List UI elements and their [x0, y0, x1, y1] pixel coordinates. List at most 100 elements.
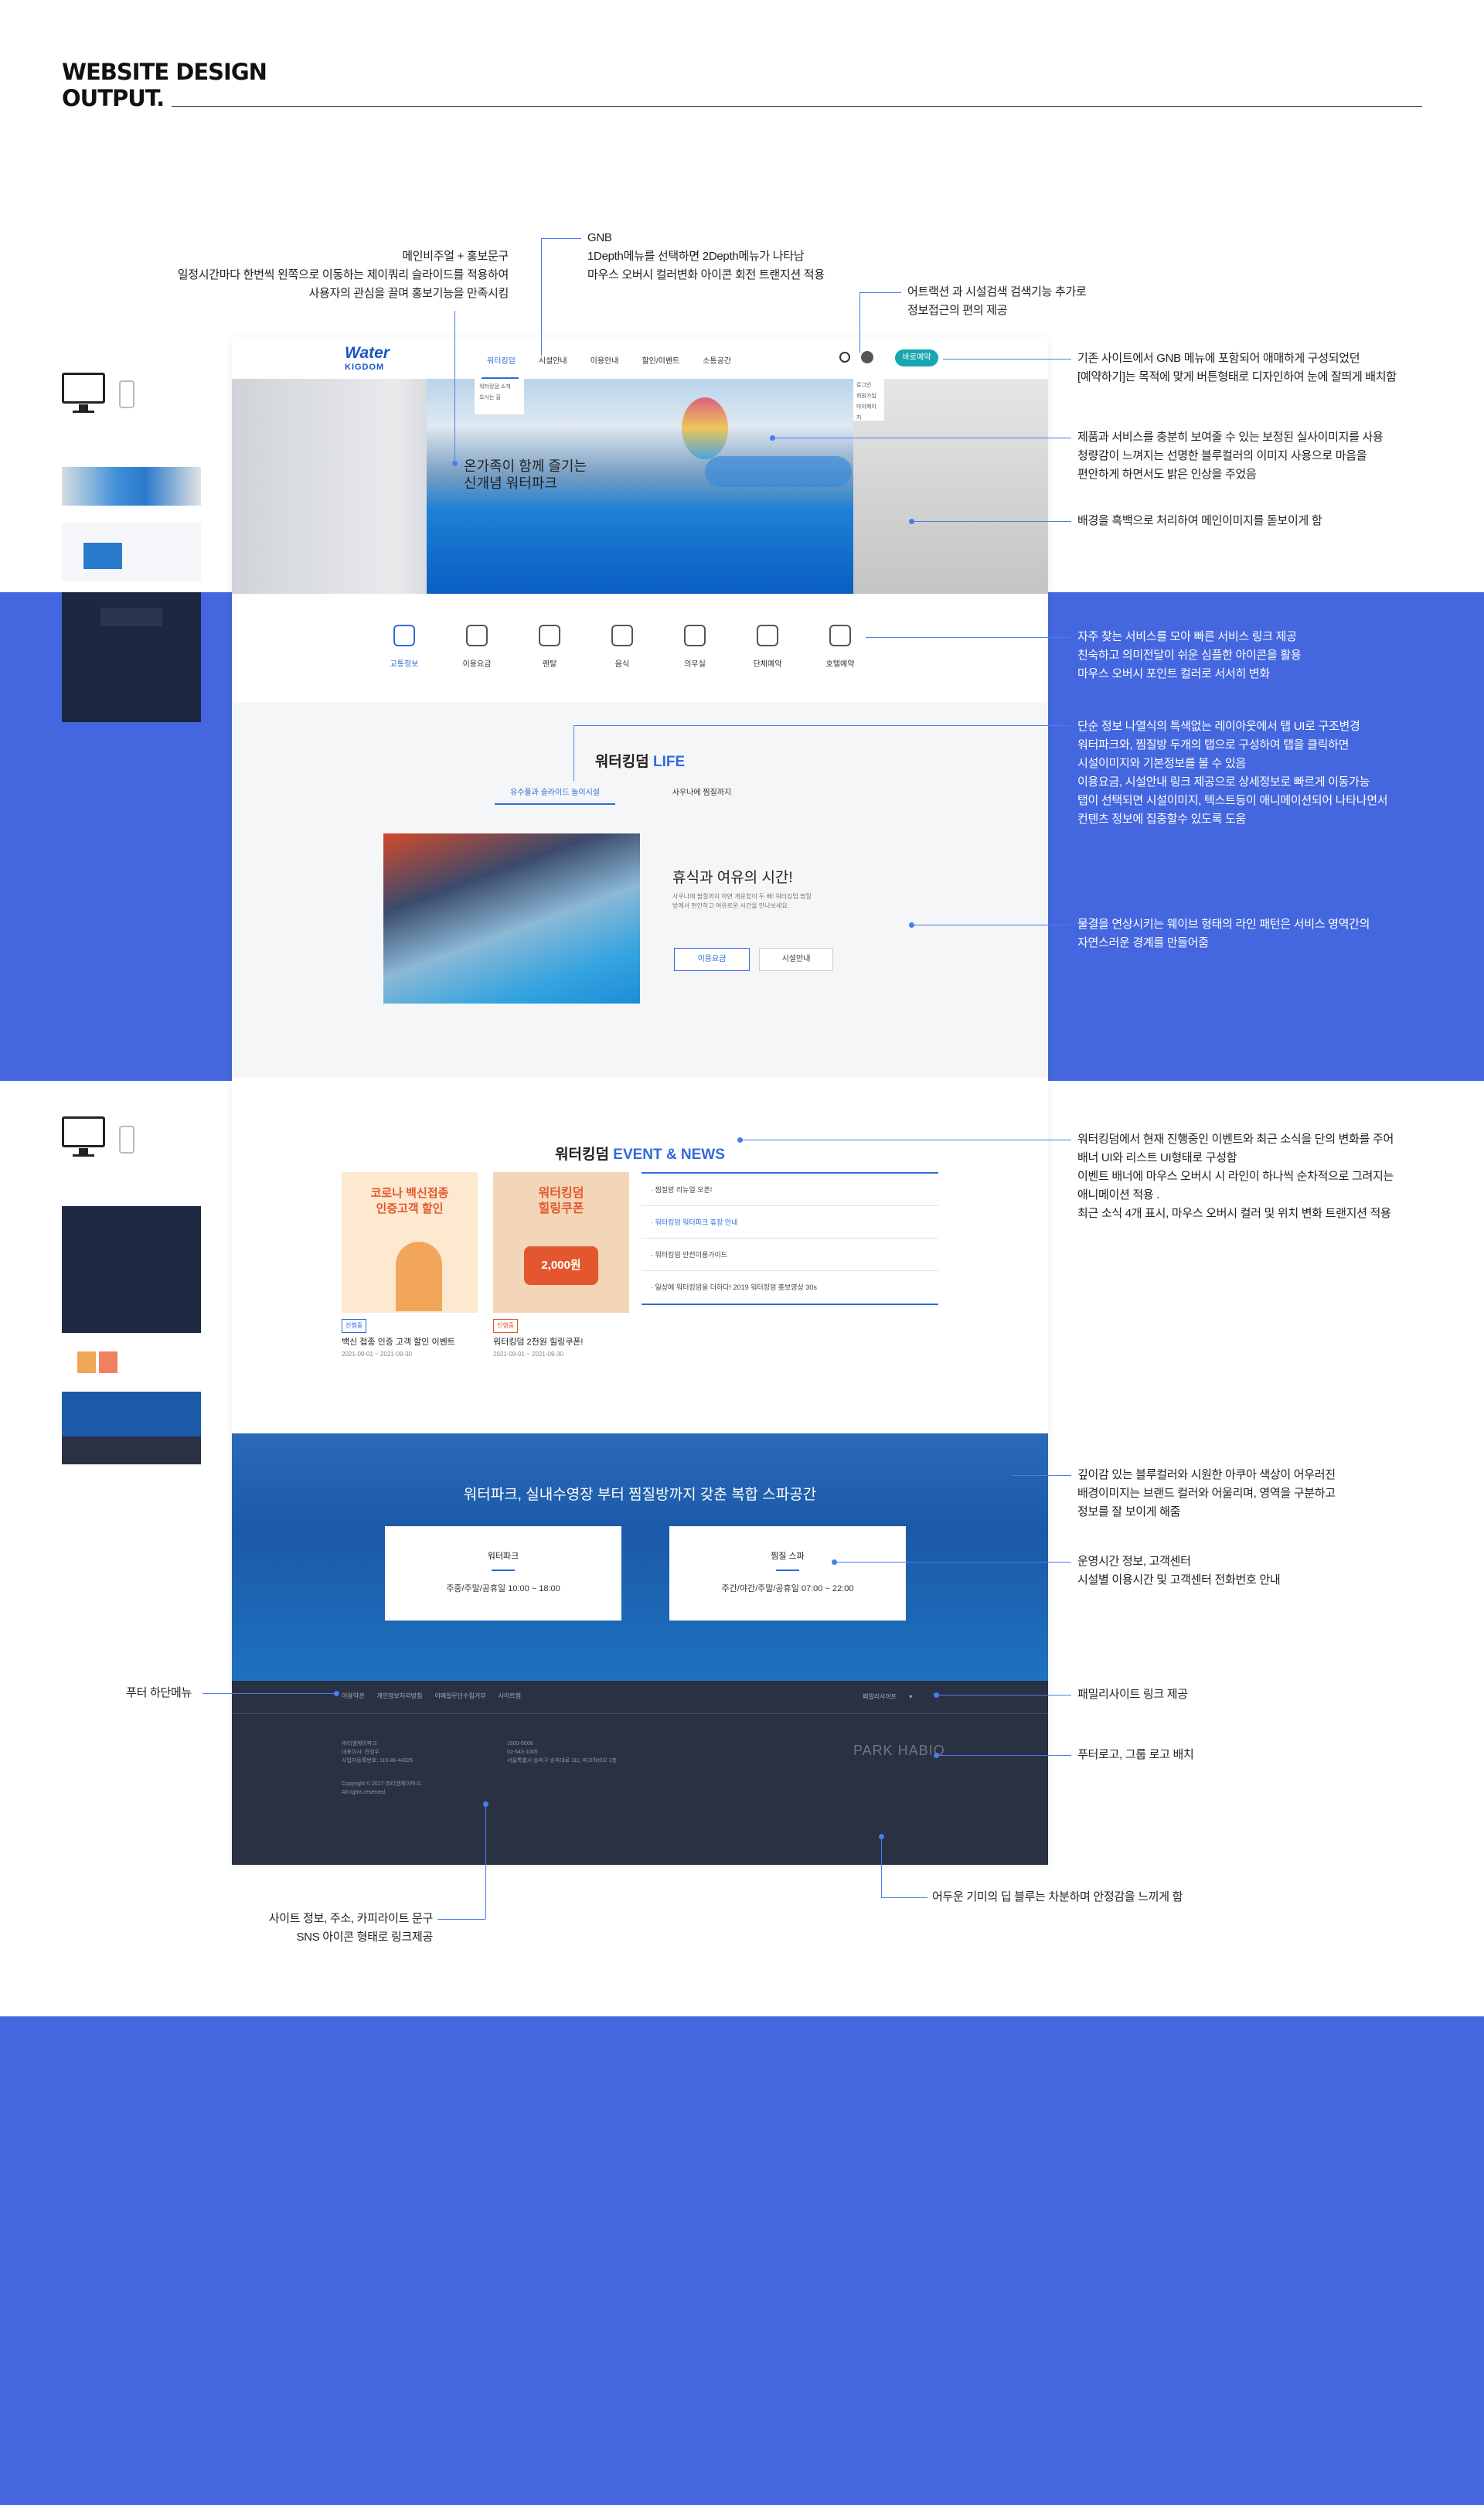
contact-info-line: 02-543-1005	[507, 1750, 538, 1755]
quick-traffic[interactable]: 교통정보	[377, 625, 431, 669]
quick-clinic[interactable]: 의무실	[668, 625, 722, 669]
nav-item-community[interactable]: 소통공간	[703, 354, 731, 366]
event-card-title[interactable]: 백신 접종 인증 고객 할인 이벤트	[342, 1338, 455, 1347]
life-section: 워터킹덤 LIFE 유수풀과 슬라이드 놀이시설 사우나에 찜질까지 휴식과 여…	[232, 702, 1048, 1078]
pointer-gnb-h	[541, 238, 581, 239]
coupon-banner-text: 워터킹덤 힐링쿠폰	[493, 1186, 629, 1217]
desktop-icon	[62, 373, 105, 413]
note-line: GNB	[587, 231, 612, 244]
news-item[interactable]: · 찜질방 리뉴얼 오픈!	[642, 1174, 938, 1206]
site-logo[interactable]: Water KIGDOM	[345, 344, 390, 374]
coupon-banner-line2: 힐링쿠폰	[538, 1202, 584, 1215]
family-site-label: 패밀리사이트	[863, 1693, 897, 1700]
note-line: 어두운 기미의 딥 블루는 차분하며 안정감을 느끼게 함	[932, 1890, 1183, 1903]
nav-item-events[interactable]: 할인/이벤트	[642, 354, 679, 366]
pointer-dot	[832, 1559, 837, 1565]
pointer-dot	[737, 1137, 743, 1143]
dropdown-item-directions[interactable]: 오시는 길	[479, 393, 519, 404]
search-icon[interactable]	[839, 352, 850, 363]
note-life: 단순 정보 나열식의 특색없는 레이아웃에서 탭 UI로 구조변경 워터파크와,…	[1077, 717, 1388, 829]
status-badge: 진행중	[342, 1319, 367, 1333]
book-button[interactable]: 바로예약	[895, 349, 938, 366]
event-card-coupon[interactable]: 워터킹덤 힐링쿠폰 2,000원	[493, 1172, 629, 1313]
event-card-date: 2021-09-01 ~ 2021-09-30	[342, 1351, 412, 1358]
character-illustration	[396, 1242, 442, 1311]
footer-link-sitemap[interactable]: 사이트맵	[499, 1692, 521, 1700]
price-button[interactable]: 이용요금	[674, 948, 750, 971]
logo-line1: Water	[345, 344, 390, 362]
pointer-hours	[835, 1562, 1071, 1563]
footer-link-privacy[interactable]: 개인정보처리방침	[376, 1692, 422, 1700]
desktop-icon-2	[62, 1116, 105, 1157]
event-card-date: 2021-09-01 ~ 2021-09-30	[493, 1351, 563, 1358]
nav-item-usage[interactable]: 이용안내	[591, 354, 619, 366]
quick-label: 호텔예약	[825, 660, 855, 669]
footer-logo[interactable]: PARK HABIO	[853, 1743, 945, 1759]
news-item[interactable]: · 워터킹덤 워터파크 휴장 안내	[642, 1206, 938, 1239]
event-caption-2: 진행중 워터킹덤 2천원 힐링쿠폰! 2021-09-01 ~ 2021-09-…	[493, 1319, 640, 1361]
dropdown-item-intro[interactable]: 워터킹덤 소개	[479, 382, 519, 393]
note-main-visual: 메인비주얼 + 홍보문구 일정시간마다 한번씩 왼쪽으로 이동하는 제이쿼리 슬…	[178, 247, 509, 303]
news-item[interactable]: · 워터킹덤 안전이용가이드	[642, 1239, 938, 1271]
hours-card-title: 워터파크	[487, 1552, 519, 1561]
note-gnb: GNB 1Depth메뉴를 선택하면 2Depth메뉴가 나타남 마우스 오버시…	[587, 229, 825, 285]
group-icon	[757, 625, 778, 646]
nav-item-waterkingdom[interactable]: 워터킹덤	[487, 354, 516, 366]
event-card-title[interactable]: 워터킹덤 2천원 힐링쿠폰!	[493, 1338, 584, 1347]
user-icon[interactable]	[861, 351, 873, 363]
user-menu-mypage[interactable]: 마이페이지	[856, 402, 881, 424]
note-line: 시설별 이용시간 및 고객센터 전화번호 안내	[1077, 1573, 1281, 1586]
note-wave: 물결을 연상시키는 웨이브 형태의 라인 패턴은 서비스 영역간의 자연스러운 …	[1077, 915, 1370, 953]
pointer-dark-tone-h	[881, 1897, 928, 1898]
footer-link-email[interactable]: 이메일무단수집거부	[434, 1692, 485, 1700]
company-info-line: ㈜티엠제이파크	[342, 1741, 377, 1747]
pointer-life-h	[574, 725, 1071, 726]
quick-group[interactable]: 단체예약	[740, 625, 795, 669]
main-nav: 워터킹덤 시설안내 이용안내 할인/이벤트 소통공간	[487, 354, 731, 366]
note-line: 1Depth메뉴를 선택하면 2Depth메뉴가 나타남	[587, 250, 805, 263]
note-line: 깊이감 있는 블루컬러와 시원한 아쿠아 색상이 어우러진	[1077, 1468, 1336, 1481]
tab-sauna[interactable]: 사우나에 찜질까지	[648, 786, 756, 797]
event-card-vaccine[interactable]: 코로나 백신접종 인증고객 할인	[342, 1172, 478, 1313]
note-line: 워터킹덤에서 현재 진행중인 이벤트와 최근 소식을 단의 변화를 주어	[1077, 1133, 1394, 1146]
note-line: 친숙하고 의미전달이 쉬운 심플한 아이콘을 활용	[1077, 649, 1302, 662]
footer-link-terms[interactable]: 이용약관	[342, 1692, 364, 1700]
note-line: [예약하기]는 목적에 맞게 버튼형태로 디자인하여 눈에 잘띄게 배치함	[1077, 370, 1397, 383]
copyright-line: Copyright © 2017 ㈜티엠제이파크.	[342, 1781, 423, 1787]
user-menu-login[interactable]: 로그인	[856, 380, 881, 391]
facility-button[interactable]: 시설안내	[759, 948, 833, 971]
note-reservation: 기존 사이트에서 GNB 메뉴에 포함되어 애매하게 구성되었던 [예약하기]는…	[1077, 349, 1397, 387]
quick-food[interactable]: 음식	[595, 625, 649, 669]
note-event: 워터킹덤에서 현재 진행중인 이벤트와 최근 소식을 단의 변화를 주어 배너 …	[1077, 1130, 1394, 1223]
quick-hotel[interactable]: 호텔예약	[813, 625, 867, 669]
tab-waterpark[interactable]: 유수풀과 슬라이드 놀이시설	[495, 786, 615, 805]
user-menu-join[interactable]: 회원가입	[856, 391, 881, 402]
gnb: Water KIGDOM 워터킹덤 시설안내 이용안내 할인/이벤트 소통공간 …	[232, 337, 1048, 379]
website-mock: Water KIGDOM 워터킹덤 시설안내 이용안내 할인/이벤트 소통공간 …	[232, 337, 1048, 1865]
pointer-site-info-v	[485, 1806, 486, 1919]
pointer-dot	[934, 1753, 939, 1758]
note-photos: 제품과 서비스를 충분히 보여줄 수 있는 보정된 실사이미지를 사용 청량감이…	[1077, 428, 1384, 484]
note-line: 배경이미지는 브랜드 컬러와 어울리며, 영역을 구분하고	[1077, 1487, 1336, 1500]
pointer-dot	[452, 461, 458, 466]
quick-label: 렌탈	[542, 660, 557, 669]
family-site-select[interactable]: 패밀리사이트 ▾	[855, 1690, 928, 1704]
ticket-icon	[466, 625, 488, 646]
note-family: 패밀리사이트 링크 제공	[1077, 1685, 1188, 1704]
news-item[interactable]: · 일상에 워터킹덤을 더하다! 2019 워터킹덤 홍보영상 30s	[642, 1271, 938, 1304]
output-title-line1: WEBSITE DESIGN	[62, 59, 267, 85]
note-site-info: 사이트 정보, 주소, 카피라이트 문구 SNS 아이콘 형태로 링크제공	[269, 1910, 434, 1947]
quick-rental[interactable]: 렌탈	[522, 625, 577, 669]
pointer-family	[937, 1695, 1071, 1696]
note-line: 푸터 하단메뉴	[126, 1686, 192, 1699]
note-hours: 운영시간 정보, 고객센터 시설별 이용시간 및 고객센터 전화번호 안내	[1077, 1552, 1281, 1590]
quick-price[interactable]: 이용요금	[450, 625, 504, 669]
nav-item-facilities[interactable]: 시설안내	[539, 354, 567, 366]
copyright: Copyright © 2017 ㈜티엠제이파크. All rights res…	[342, 1780, 422, 1797]
thumb-event	[62, 1345, 201, 1382]
pointer-background	[912, 521, 1071, 522]
contact-info-line: 서울특별시 송파구 송파대로 111, 파크하비오 2층	[507, 1758, 618, 1764]
spa-section: 워터파크, 실내수영장 부터 찜질방까지 갖춘 복합 스파공간 워터파크 주중/…	[232, 1433, 1048, 1681]
pointer-dot	[334, 1691, 339, 1696]
note-line: 일정시간마다 한번씩 왼쪽으로 이동하는 제이쿼리 슬라이드를 적용하여	[177, 268, 509, 281]
